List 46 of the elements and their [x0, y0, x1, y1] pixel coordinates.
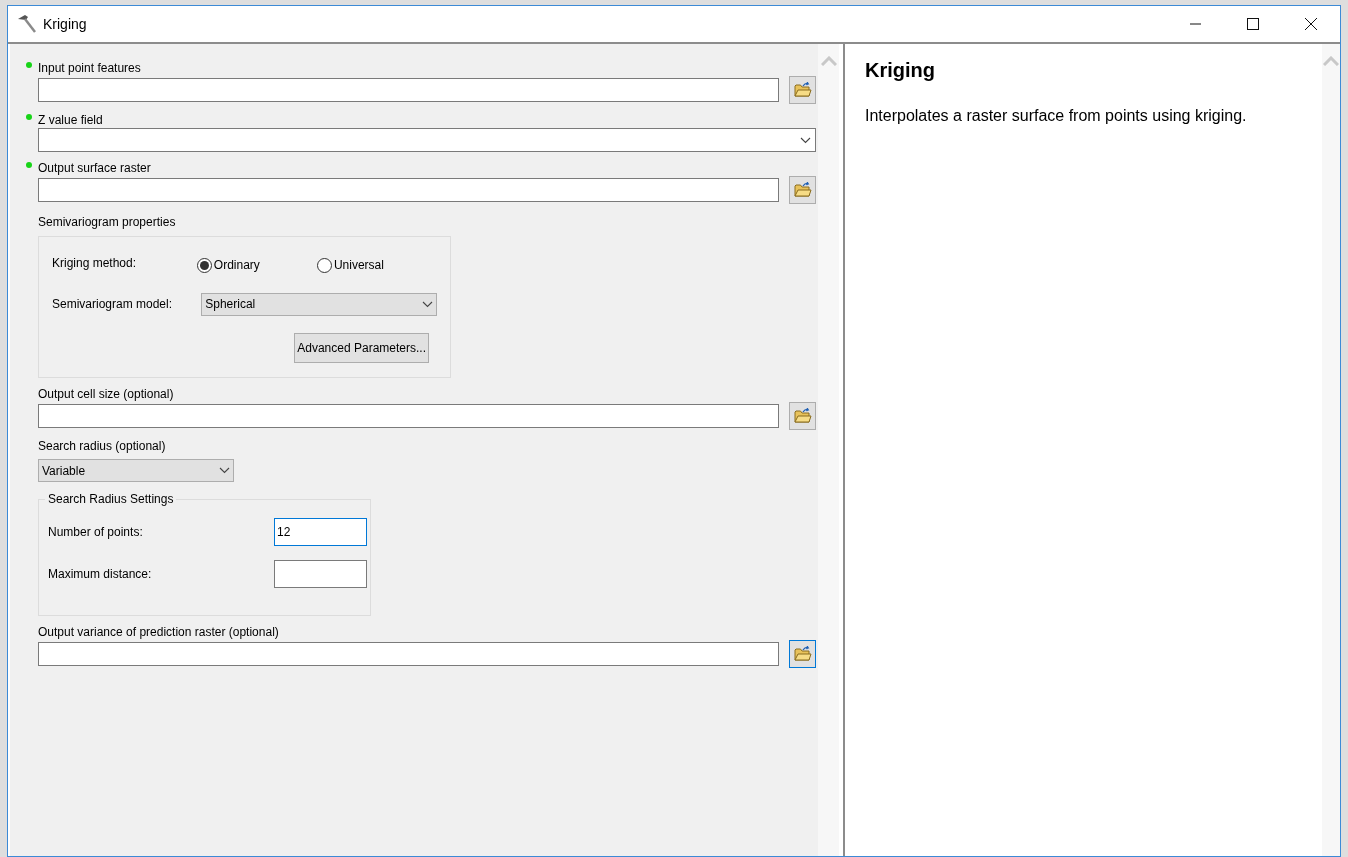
method-label: Kriging method:	[52, 255, 138, 272]
chevron-down-icon	[800, 136, 811, 144]
hammer-icon	[16, 14, 38, 34]
scroll-up-icon[interactable]	[820, 56, 837, 66]
parameter-label: Input point features	[38, 60, 141, 77]
parameter-label: Output variance of prediction raster (optional)	[38, 624, 279, 641]
folder-icon	[793, 646, 812, 662]
input-field[interactable]	[38, 642, 779, 666]
minimize-icon	[1189, 23, 1201, 25]
model-dropdown[interactable]: Spherical	[201, 292, 437, 316]
field-label: Maximum distance:	[48, 566, 153, 583]
group-title: Search Radius Settings	[45, 492, 177, 506]
search-radius-dropdown[interactable]: Variable	[38, 459, 234, 482]
maximize-icon	[1247, 18, 1259, 30]
browse-button[interactable]	[789, 176, 816, 204]
radio-option[interactable]: Universal	[316, 256, 437, 274]
scrollbar[interactable]	[1322, 44, 1340, 856]
model-label: Semivariogram model:	[52, 296, 174, 313]
scrollbar[interactable]	[818, 44, 839, 856]
parameter-label: Semivariogram properties	[38, 214, 176, 231]
radio-option[interactable]: Ordinary	[196, 256, 317, 274]
parameter-label: Z value field	[38, 112, 103, 129]
folder-icon	[793, 182, 812, 198]
input-field[interactable]	[38, 404, 779, 428]
parameter-label: Output surface raster	[38, 160, 151, 177]
browse-button[interactable]	[789, 402, 816, 430]
input-field[interactable]: 12	[274, 518, 367, 546]
chevron-down-icon	[219, 467, 230, 474]
advanced-parameters-button[interactable]: Advanced Parameters...	[294, 333, 429, 363]
folder-icon	[793, 82, 812, 98]
help-title: Kriging	[865, 58, 936, 83]
browse-button[interactable]	[789, 76, 816, 104]
input-field[interactable]	[274, 560, 367, 588]
scroll-up-icon[interactable]	[1323, 56, 1339, 66]
input-field[interactable]	[38, 178, 779, 202]
close-icon	[1305, 18, 1317, 30]
dropdown-field[interactable]	[38, 128, 816, 152]
field-label: Number of points:	[48, 524, 144, 541]
parameter-label: Output cell size (optional)	[38, 386, 174, 403]
input-field[interactable]	[38, 78, 779, 102]
browse-button[interactable]	[789, 640, 816, 668]
window-title: Kriging	[43, 14, 87, 34]
chevron-down-icon	[422, 300, 433, 308]
folder-icon	[793, 408, 812, 424]
help-text: Interpolates a raster surface from points using kriging.	[865, 106, 1248, 126]
parameter-label: Search radius (optional)	[38, 438, 166, 455]
